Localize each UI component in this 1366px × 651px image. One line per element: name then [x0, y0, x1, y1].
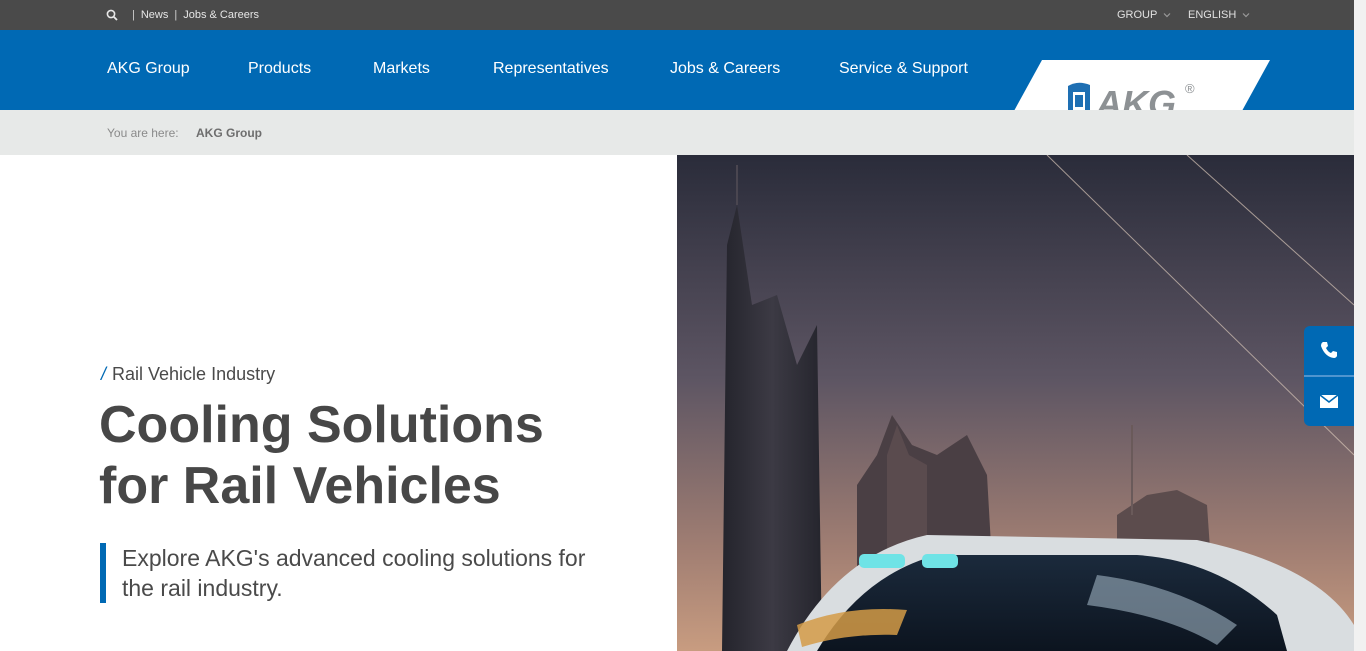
- kicker-text: Rail Vehicle Industry: [112, 364, 276, 384]
- breadcrumb: You are here: AKG Group: [0, 110, 1366, 155]
- hero-image-train-city: [677, 155, 1354, 651]
- nav-item-jobs-careers[interactable]: Jobs & Careers: [670, 60, 780, 78]
- kicker-slash: /: [101, 364, 107, 384]
- utility-bar: | News | Jobs & Careers GROUP ENGLISH: [0, 0, 1366, 30]
- separator: |: [174, 9, 178, 21]
- mail-icon: [1319, 394, 1339, 408]
- nav-item-akg-group[interactable]: AKG Group: [107, 60, 190, 78]
- separator: |: [132, 9, 135, 21]
- logo-registered: ®: [1185, 81, 1195, 96]
- utility-links: | News | Jobs & Careers: [132, 9, 259, 21]
- phone-icon: [1321, 342, 1337, 358]
- contact-phone-button[interactable]: [1304, 326, 1354, 375]
- nav-item-representatives[interactable]: Representatives: [493, 60, 609, 78]
- scrollbar-gutter[interactable]: [1354, 0, 1366, 651]
- news-link[interactable]: News: [141, 9, 169, 21]
- breadcrumb-label: You are here:: [107, 126, 179, 140]
- hero-illustration: [677, 155, 1354, 651]
- hero-intro: Explore AKG's advanced cooling solutions…: [100, 543, 620, 603]
- group-dropdown[interactable]: GROUP: [1117, 9, 1171, 21]
- chevron-down-icon: [1163, 13, 1171, 18]
- language-dropdown[interactable]: ENGLISH: [1188, 9, 1250, 21]
- language-dropdown-label: ENGLISH: [1188, 9, 1237, 21]
- search-icon[interactable]: [106, 9, 118, 21]
- jobs-careers-link[interactable]: Jobs & Careers: [183, 9, 259, 21]
- main-navigation: AKG Group Products Markets Representativ…: [0, 30, 1366, 140]
- headline-line-1: Cooling Solutions: [99, 396, 544, 454]
- hero-kicker: / Rail Vehicle Industry: [101, 364, 275, 384]
- hero-headline: Cooling Solutions for Rail Vehicles: [99, 395, 659, 517]
- group-dropdown-label: GROUP: [1117, 9, 1158, 21]
- nav-item-products[interactable]: Products: [248, 60, 311, 78]
- contact-mail-button[interactable]: [1304, 377, 1354, 426]
- chevron-down-icon: [1242, 13, 1250, 18]
- headline-line-2: for Rail Vehicles: [99, 457, 501, 515]
- breadcrumb-current[interactable]: AKG Group: [196, 126, 262, 140]
- nav-item-service-support[interactable]: Service & Support: [839, 60, 968, 78]
- nav-item-markets[interactable]: Markets: [373, 60, 430, 78]
